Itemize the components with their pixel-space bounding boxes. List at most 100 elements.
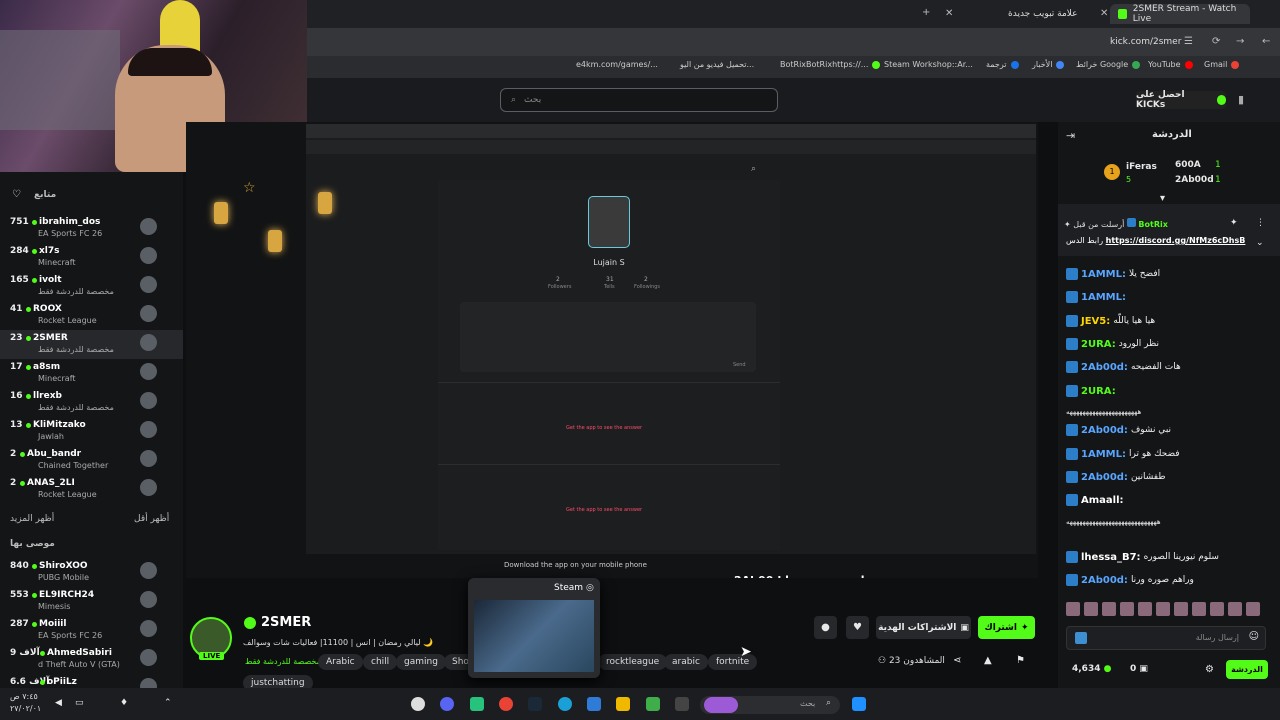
chat-username[interactable]: JEV5: xyxy=(1081,316,1110,327)
bookmark-gmail[interactable]: Gmail xyxy=(1204,60,1240,69)
bookmark-video[interactable]: تحميل فيديو من اليو... xyxy=(680,60,754,69)
message-box[interactable] xyxy=(460,302,756,372)
collapse-chat-icon[interactable]: ⇥ xyxy=(1066,129,1075,142)
menu-icon[interactable]: ▮ xyxy=(1238,93,1244,106)
emote-icon[interactable] xyxy=(1246,602,1260,616)
notification-button[interactable]: ● xyxy=(814,616,837,639)
new-tab-icon[interactable]: + xyxy=(922,7,930,18)
sidebar-channel[interactable]: 840 ShiroXOO PUBG Mobile xyxy=(0,558,183,587)
chrome-icon[interactable] xyxy=(499,697,513,711)
sidebar-channel[interactable]: 13 KliMitzako Jawlah xyxy=(0,417,183,446)
tag[interactable]: Arabic xyxy=(318,654,363,670)
network-icon[interactable]: ▭ xyxy=(75,698,84,708)
points-count[interactable]: 4,634 ● xyxy=(1072,664,1111,674)
sidebar-channel[interactable]: 41 ROOX Rocket League xyxy=(0,301,183,330)
volume-icon[interactable]: ◀ xyxy=(55,698,62,708)
file-explorer-icon[interactable] xyxy=(616,697,630,711)
sidebar-channel[interactable]: 553 EL9IRCH24 Mimesis xyxy=(0,587,183,616)
emote-picker-icon[interactable] xyxy=(1075,632,1087,644)
bookmark-youtube[interactable]: YouTube xyxy=(1148,60,1193,69)
emote-icon[interactable] xyxy=(1066,602,1080,616)
chat-username[interactable]: 2Ab00d: xyxy=(1081,575,1128,586)
chat-username[interactable]: 1AMML: xyxy=(1081,292,1126,303)
forward-icon[interactable]: → xyxy=(1236,36,1244,47)
chat-username[interactable]: Amaall: xyxy=(1081,495,1124,506)
site-settings-icon[interactable]: ☰ xyxy=(1184,36,1193,47)
bookmark-steam[interactable]: Steam Workshop::Ar... xyxy=(884,60,973,69)
chat-username[interactable]: lhessa_B7: xyxy=(1081,552,1141,563)
pin-icon[interactable]: ✦ xyxy=(1230,218,1238,228)
close-tab-icon[interactable]: ✕ xyxy=(1100,8,1108,19)
chevron-down-icon[interactable]: ⌄ xyxy=(1256,238,1264,248)
emote-icon[interactable] xyxy=(1192,602,1206,616)
settings-icon[interactable]: ⚙ xyxy=(1205,664,1214,675)
chat-username[interactable]: 1AMML: xyxy=(1081,269,1126,280)
chevron-up-icon[interactable]: ⌃ xyxy=(164,698,172,708)
obs-icon[interactable] xyxy=(411,697,425,711)
channel-name[interactable]: 2SMER xyxy=(261,615,311,630)
top-gifter-name[interactable]: iFeras xyxy=(1126,162,1157,172)
send-button[interactable]: Send xyxy=(733,362,746,368)
search-input[interactable]: ⌕ بحث xyxy=(500,88,778,112)
top-gifter-name[interactable]: 2Ab00d xyxy=(1175,175,1214,185)
chat-username[interactable]: 2URA: xyxy=(1081,339,1116,350)
pinned-link[interactable]: https://discord.gg/NfMz6cDhsB xyxy=(1106,236,1246,245)
sidebar-channel[interactable]: 16 llrexb مخصصة للدردشة فقط xyxy=(0,388,183,417)
tag[interactable]: chill xyxy=(363,654,398,670)
tab-new[interactable]: علامة تبويب جديدة xyxy=(1000,4,1100,24)
chat-username[interactable]: 2Ab00d: xyxy=(1081,362,1128,373)
clock-date[interactable]: ٢٧/٠٢/٠١ xyxy=(10,704,41,713)
bookmark-botrix[interactable]: BotRixBotRixhttps://... xyxy=(780,60,881,69)
emote-icon[interactable] xyxy=(1228,602,1242,616)
emote-icon[interactable] xyxy=(1084,602,1098,616)
reload-icon[interactable]: ⟳ xyxy=(1212,36,1220,47)
subscribe-button[interactable]: اشتراك ✦ xyxy=(978,616,1035,639)
sidebar-channel[interactable]: 9 آلاف AhmedSabiri d Theft Auto V (GTA) xyxy=(0,645,183,674)
url-text[interactable]: kick.com/2smer xyxy=(1110,37,1181,47)
gift-subs-button[interactable]: الاشتراكات الهدية ▣ xyxy=(876,616,971,639)
bookmark-maps[interactable]: خرائط Google xyxy=(1076,60,1141,69)
chat-send-button[interactable]: الدردشة xyxy=(1226,660,1268,679)
mic-icon[interactable]: ♦ xyxy=(120,698,128,708)
share-icon[interactable]: ⋖ xyxy=(953,655,961,666)
sidebar-channel[interactable]: 287 Moiiil EA Sports FC 26 xyxy=(0,616,183,645)
top-gifter-name[interactable]: 600A xyxy=(1175,160,1201,170)
sidebar-channel[interactable]: 165 ivolt مخصصة للدردشة فقط xyxy=(0,272,183,301)
report-icon[interactable]: ▲ xyxy=(984,655,992,666)
windows-start-icon[interactable] xyxy=(852,697,866,711)
tab-2smer[interactable]: 2SMER Stream - Watch Live xyxy=(1110,4,1250,24)
sidebar-channel[interactable]: 2 ANAS_2LI Rocket League xyxy=(0,475,183,504)
edge-icon[interactable] xyxy=(558,697,572,711)
follow-heart-button[interactable]: ♥ xyxy=(846,616,869,639)
emoji-icon[interactable]: ☺ xyxy=(1249,631,1259,642)
get-app-link[interactable]: Get the app to see the answer xyxy=(566,507,642,513)
user-icon[interactable]: ⚑ xyxy=(1016,655,1025,666)
emote-icon[interactable] xyxy=(1174,602,1188,616)
sidebar-channel[interactable]: 284 xl7s Minecraft xyxy=(0,243,183,272)
emote-icon[interactable] xyxy=(1138,602,1152,616)
task-view-icon[interactable] xyxy=(675,697,689,711)
back-icon[interactable]: ← xyxy=(1262,36,1270,47)
bookmark-translate[interactable]: ترجمة xyxy=(986,60,1019,69)
get-app-link[interactable]: Get the app to see the answer xyxy=(566,425,642,431)
app-icon[interactable] xyxy=(587,697,601,711)
show-more-link[interactable]: أظهر المزيد xyxy=(10,514,54,524)
more-icon[interactable]: ⋮ xyxy=(1256,218,1265,228)
bookmark-news[interactable]: الأخبار xyxy=(1032,60,1065,69)
steam-taskbar-preview[interactable]: Steam ◎ xyxy=(468,578,600,678)
taskbar-search[interactable]: بحث ⌕ xyxy=(700,696,840,714)
emote-icon[interactable] xyxy=(1102,602,1116,616)
chat-username[interactable]: 1AMML: xyxy=(1081,449,1126,460)
app-icon[interactable] xyxy=(470,697,484,711)
emote-icon[interactable] xyxy=(1210,602,1224,616)
clock-time[interactable]: ٧:٤٥ ص xyxy=(10,692,38,701)
kicks-balance[interactable]: 0 ▣ xyxy=(1130,664,1148,674)
show-less-link[interactable]: أظهر أقل xyxy=(134,514,169,524)
steam-icon[interactable] xyxy=(528,697,542,711)
tag[interactable]: arabic xyxy=(664,654,708,670)
sidebar-channel[interactable]: 17 a8sm Minecraft xyxy=(0,359,183,388)
emote-icon[interactable] xyxy=(1156,602,1170,616)
chat-username[interactable]: 2Ab00d: xyxy=(1081,425,1128,436)
chat-username[interactable]: 2Ab00d: xyxy=(1081,472,1128,483)
close-icon[interactable]: ✕ xyxy=(945,8,953,19)
